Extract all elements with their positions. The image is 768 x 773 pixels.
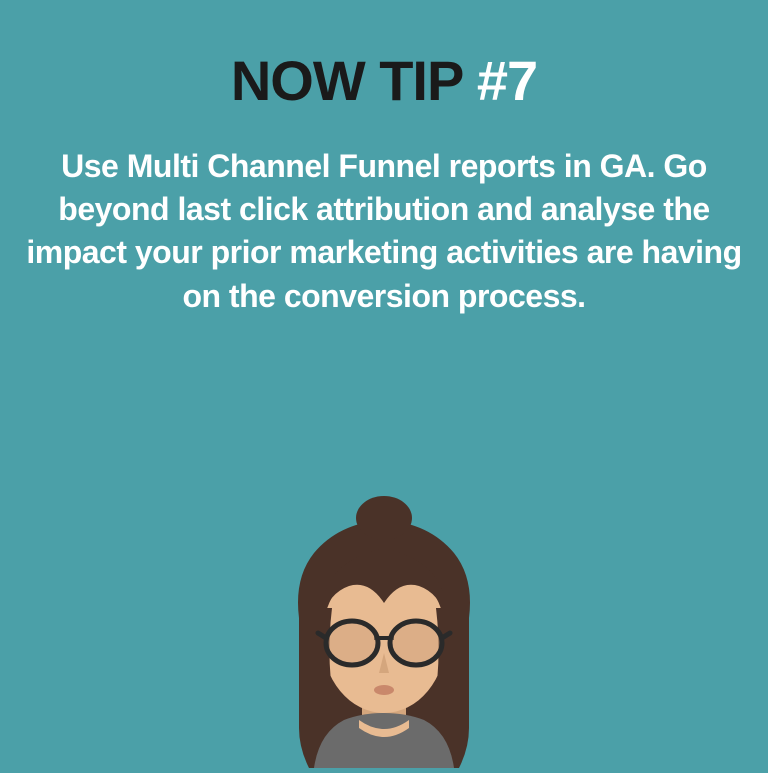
title-prefix: NOW TIP	[231, 49, 477, 112]
avatar-illustration	[244, 488, 524, 768]
title-number: #7	[477, 49, 537, 112]
tip-body-text: Use Multi Channel Funnel reports in GA. …	[24, 145, 744, 318]
tip-card: NOW TIP #7 Use Multi Channel Funnel repo…	[0, 0, 768, 768]
tip-title: NOW TIP #7	[231, 48, 537, 113]
